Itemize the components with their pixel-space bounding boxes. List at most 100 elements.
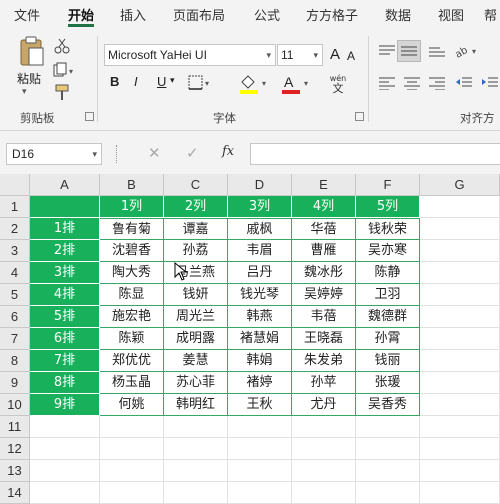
paste-icon[interactable]: [18, 36, 46, 68]
cell-g14[interactable]: [420, 482, 500, 504]
cell-g7[interactable]: [420, 328, 500, 350]
row-header-4[interactable]: 4: [0, 262, 30, 284]
tab-help[interactable]: 帮: [484, 5, 497, 24]
cell-f14[interactable]: [356, 482, 420, 504]
cell-f6[interactable]: 魏德群: [356, 306, 420, 328]
cell-a6[interactable]: 5排: [30, 306, 100, 328]
decrease-font-size-button[interactable]: A: [347, 49, 355, 63]
cell-b13[interactable]: [100, 460, 164, 482]
tab-file[interactable]: 文件: [14, 5, 40, 24]
italic-button[interactable]: I: [134, 74, 138, 89]
font-launcher-icon[interactable]: [355, 112, 364, 121]
enter-check-icon[interactable]: ✓: [186, 144, 199, 162]
cell-f11[interactable]: [356, 416, 420, 438]
decrease-indent-icon[interactable]: [455, 76, 473, 90]
cell-a9[interactable]: 8排: [30, 372, 100, 394]
cell-e11[interactable]: [292, 416, 356, 438]
formula-bar-splitter[interactable]: [116, 145, 119, 163]
row-header-7[interactable]: 7: [0, 328, 30, 350]
cell-f10[interactable]: 吴香秀: [356, 394, 420, 416]
cell-d7[interactable]: 褚慧娟: [228, 328, 292, 350]
row-header-11[interactable]: 11: [0, 416, 30, 438]
cell-b8[interactable]: 郑优优: [100, 350, 164, 372]
cell-f7[interactable]: 孙霄: [356, 328, 420, 350]
column-header-a[interactable]: A: [30, 174, 100, 196]
cell-e12[interactable]: [292, 438, 356, 460]
select-all-corner[interactable]: [0, 174, 30, 196]
cell-e1[interactable]: 4列: [292, 196, 356, 218]
tab-home[interactable]: 开始: [68, 5, 94, 24]
row-header-13[interactable]: 13: [0, 460, 30, 482]
increase-font-size-button[interactable]: A: [330, 46, 340, 63]
cell-e10[interactable]: 尤丹: [292, 394, 356, 416]
cell-c10[interactable]: 韩明红: [164, 394, 228, 416]
cell-a8[interactable]: 7排: [30, 350, 100, 372]
tab-data[interactable]: 数据: [385, 5, 411, 24]
cell-g6[interactable]: [420, 306, 500, 328]
cell-f4[interactable]: 陈静: [356, 262, 420, 284]
column-header-g[interactable]: G: [420, 174, 500, 196]
tab-view[interactable]: 视图: [438, 5, 464, 24]
orientation-icon[interactable]: ab ▾: [454, 42, 480, 60]
cell-b7[interactable]: 陈颖: [100, 328, 164, 350]
cell-e7[interactable]: 王晓磊: [292, 328, 356, 350]
cell-a1[interactable]: [30, 196, 100, 218]
cell-c1[interactable]: 2列: [164, 196, 228, 218]
column-header-e[interactable]: E: [292, 174, 356, 196]
row-header-6[interactable]: 6: [0, 306, 30, 328]
cell-c11[interactable]: [164, 416, 228, 438]
cell-d6[interactable]: 韩燕: [228, 306, 292, 328]
cell-e5[interactable]: 吴婷婷: [292, 284, 356, 306]
cell-g1[interactable]: [420, 196, 500, 218]
formula-input[interactable]: [250, 143, 500, 165]
row-header-3[interactable]: 3: [0, 240, 30, 262]
row-header-5[interactable]: 5: [0, 284, 30, 306]
cell-g5[interactable]: [420, 284, 500, 306]
cell-g13[interactable]: [420, 460, 500, 482]
cell-d11[interactable]: [228, 416, 292, 438]
cell-e14[interactable]: [292, 482, 356, 504]
cell-g11[interactable]: [420, 416, 500, 438]
cell-c14[interactable]: [164, 482, 228, 504]
phonetic-guide-button[interactable]: wén 文: [326, 74, 350, 96]
cell-g8[interactable]: [420, 350, 500, 372]
cell-g4[interactable]: [420, 262, 500, 284]
tab-page-layout[interactable]: 页面布局: [173, 5, 225, 24]
cell-b2[interactable]: 鲁有菊: [100, 218, 164, 240]
cell-e8[interactable]: 朱发弟: [292, 350, 356, 372]
cell-d5[interactable]: 钱光琴: [228, 284, 292, 306]
copy-icon[interactable]: ▾: [53, 62, 77, 78]
cell-e2[interactable]: 华蓓: [292, 218, 356, 240]
font-name-select[interactable]: Microsoft YaHei UI ▾: [104, 44, 276, 66]
cell-g9[interactable]: [420, 372, 500, 394]
cell-c5[interactable]: 钱妍: [164, 284, 228, 306]
cell-e4[interactable]: 魏冰彤: [292, 262, 356, 284]
cell-e6[interactable]: 韦蓓: [292, 306, 356, 328]
row-header-10[interactable]: 10: [0, 394, 30, 416]
cell-a3[interactable]: 2排: [30, 240, 100, 262]
row-header-1[interactable]: 1: [0, 196, 30, 218]
cell-f13[interactable]: [356, 460, 420, 482]
cell-d4[interactable]: 吕丹: [228, 262, 292, 284]
cell-g2[interactable]: [420, 218, 500, 240]
cell-g3[interactable]: [420, 240, 500, 262]
cell-a7[interactable]: 6排: [30, 328, 100, 350]
cell-g12[interactable]: [420, 438, 500, 460]
cell-b9[interactable]: 杨玉晶: [100, 372, 164, 394]
cell-d14[interactable]: [228, 482, 292, 504]
cell-d2[interactable]: 戚枫: [228, 218, 292, 240]
cell-b12[interactable]: [100, 438, 164, 460]
cell-b14[interactable]: [100, 482, 164, 504]
cell-d8[interactable]: 韩娟: [228, 350, 292, 372]
clipboard-launcher-icon[interactable]: [85, 112, 94, 121]
paste-dropdown-icon[interactable]: ▾: [22, 87, 27, 97]
cell-f12[interactable]: [356, 438, 420, 460]
cell-a10[interactable]: 9排: [30, 394, 100, 416]
cell-c13[interactable]: [164, 460, 228, 482]
cancel-icon[interactable]: ✕: [148, 144, 161, 162]
align-right-icon[interactable]: [428, 76, 446, 90]
row-header-2[interactable]: 2: [0, 218, 30, 240]
column-header-b[interactable]: B: [100, 174, 164, 196]
cell-b11[interactable]: [100, 416, 164, 438]
cell-c6[interactable]: 周光兰: [164, 306, 228, 328]
